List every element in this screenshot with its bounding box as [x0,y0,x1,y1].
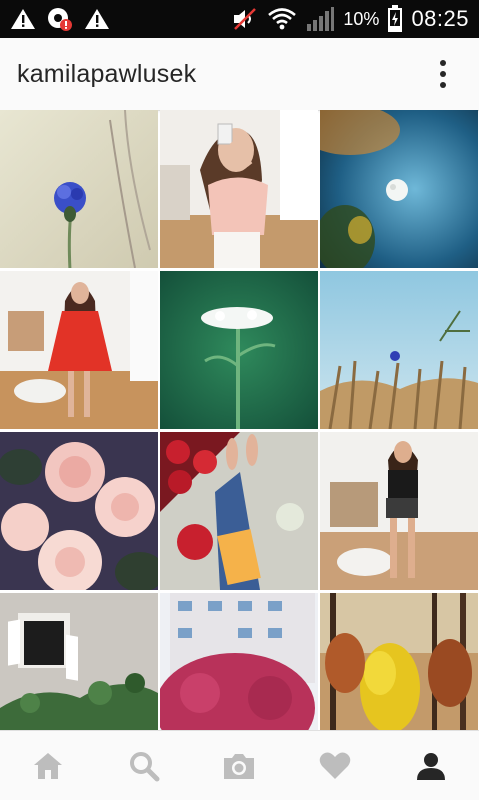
red-dress-selfie-photo[interactable] [0,271,158,429]
battery-charging-icon [387,5,403,33]
wifi-icon [267,7,297,31]
autumn-forest-photo[interactable] [320,593,478,730]
menu-dot [440,82,446,88]
wheat-field-sky-photo[interactable] [320,271,478,429]
menu-dot [440,60,446,66]
profile-username: kamilapawlusek [17,59,197,88]
pink-roses-photo[interactable] [0,432,158,590]
status-bar-system: 10% 08:25 [231,5,479,33]
cornflower-photo[interactable] [0,110,158,268]
black-outfit-selfie-photo[interactable] [320,432,478,590]
signal-icon [305,6,335,32]
profile-header: kamilapawlusek [0,38,479,111]
window-ivy-photo[interactable] [0,593,158,730]
menu-dot [440,71,446,77]
search-icon[interactable] [114,736,174,796]
mirror-selfie-pink-top-photo[interactable] [160,110,318,268]
clock-time: 08:25 [411,6,469,31]
warning-icon [10,7,36,31]
alert-circle-icon [46,6,74,32]
profile-icon[interactable] [401,736,461,796]
white-wildflower-photo[interactable] [160,271,318,429]
home-icon[interactable] [18,736,78,796]
camera-icon[interactable] [209,736,269,796]
more-vertical-icon[interactable] [423,44,463,104]
status-bar: 10% 08:25 [0,0,479,38]
bottom-navigation [0,730,479,800]
feet-book-roses-photo[interactable] [160,432,318,590]
heart-icon[interactable] [305,736,365,796]
mute-icon [231,7,259,31]
moon-bokeh-photo[interactable] [320,110,478,268]
status-bar-notifications [0,6,110,32]
pink-tree-building-photo[interactable] [160,593,318,730]
warning-icon [84,7,110,31]
photo-grid [0,110,479,730]
battery-percent: 10% [343,8,380,29]
